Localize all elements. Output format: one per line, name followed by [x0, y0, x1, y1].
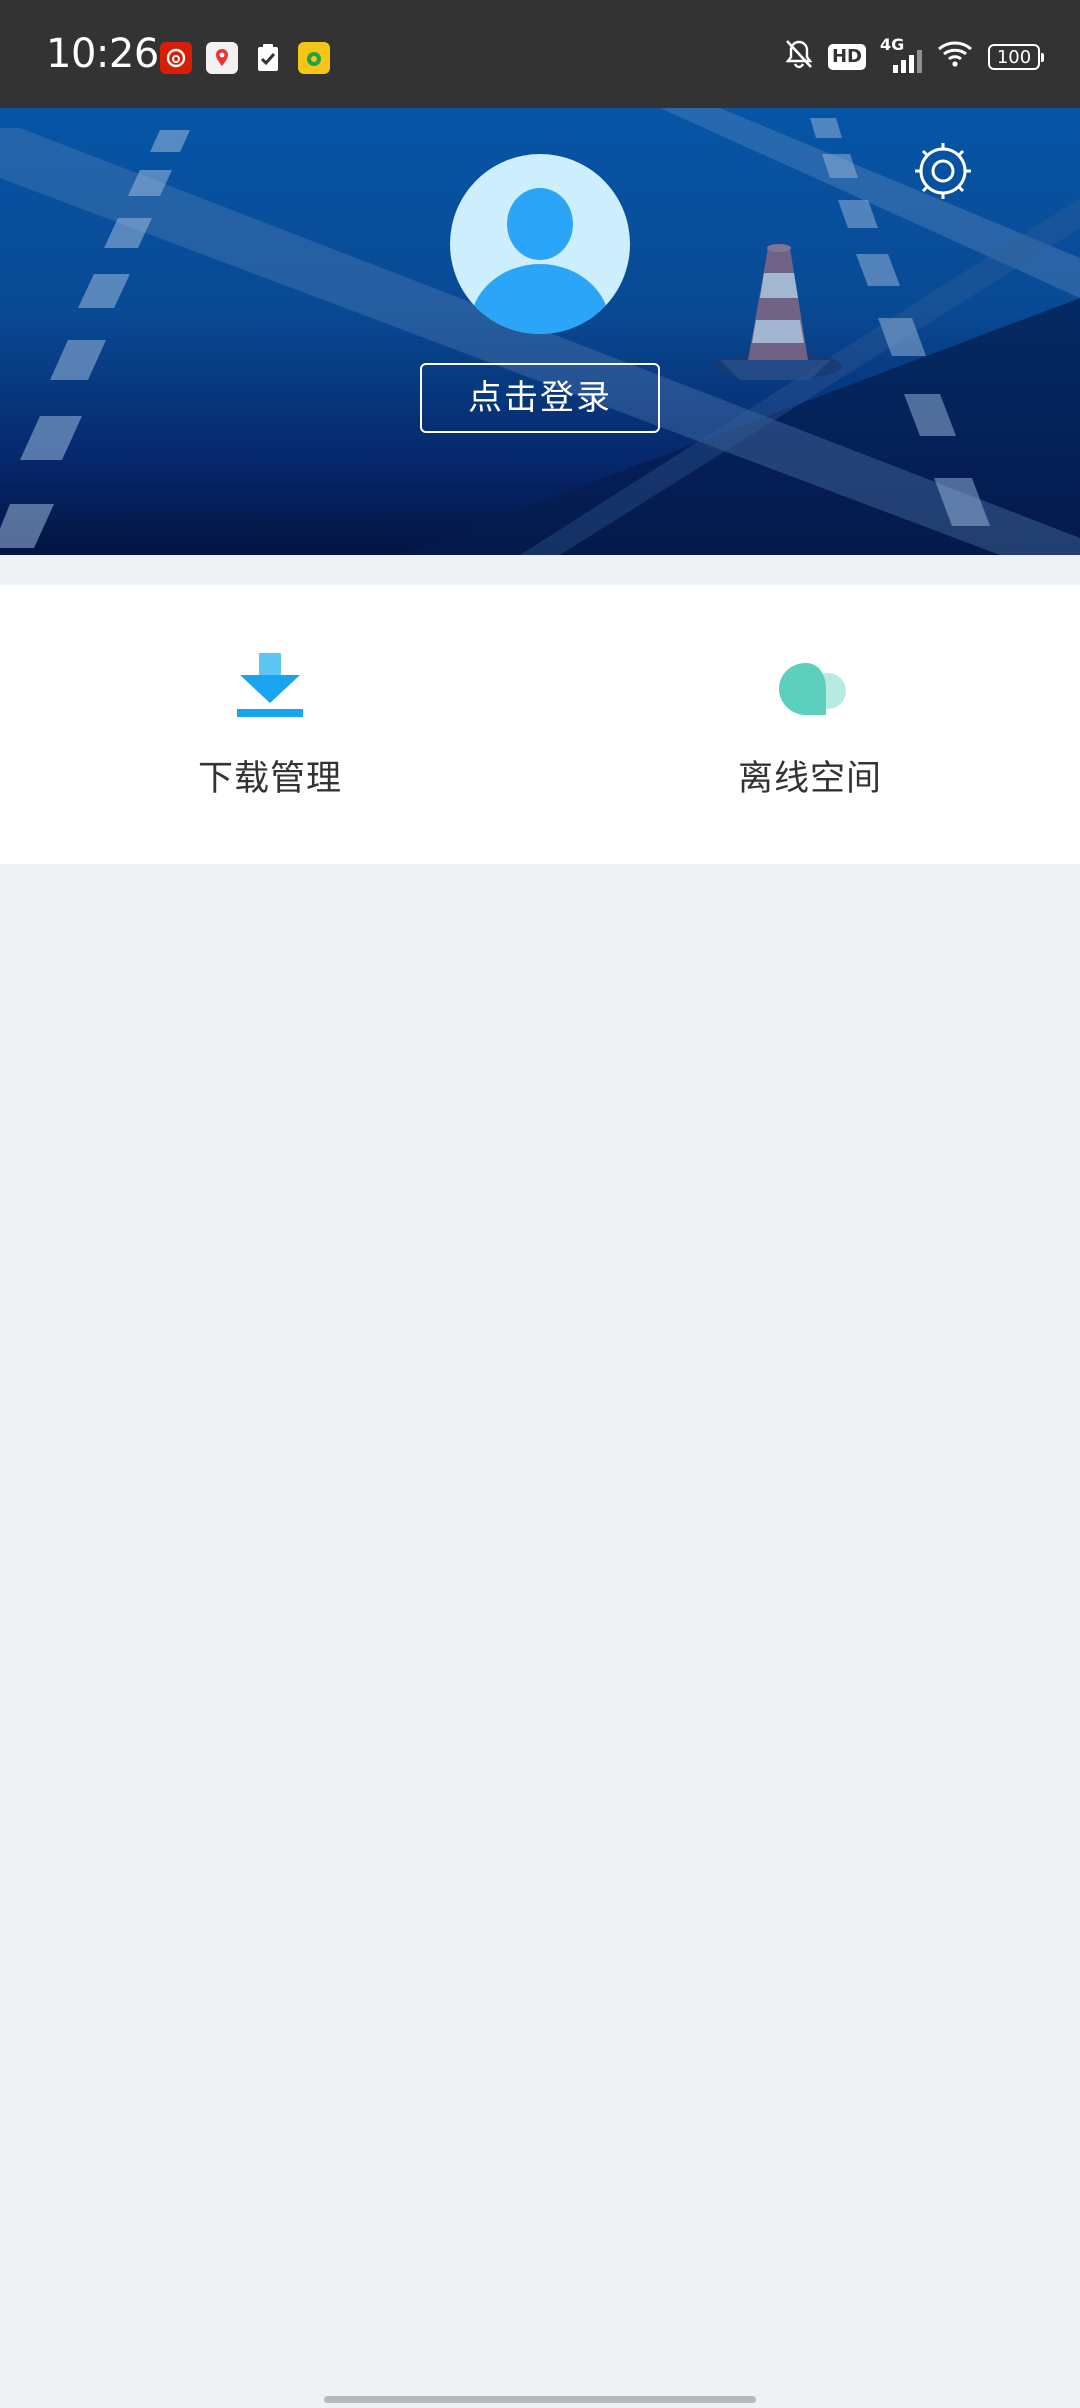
system-icons: HD 4G 100 [784, 35, 1044, 76]
download-icon [237, 653, 303, 717]
wifi-icon [936, 39, 974, 75]
offline-space-label: 离线空间 [737, 759, 882, 799]
cloud-icon [779, 663, 846, 715]
map-app-icon [206, 42, 238, 74]
download-manager-item[interactable]: 下载管理 [0, 585, 540, 864]
user-avatar[interactable] [450, 154, 630, 334]
mobile-signal-icon: 4G [880, 35, 922, 75]
status-bar: 10:26 HD 4G 100 [0, 0, 1080, 108]
default-user-icon [470, 188, 610, 334]
battery-indicator: 100 [988, 44, 1044, 70]
home-indicator-bar[interactable] [324, 2396, 756, 2403]
hd-badge: HD [827, 44, 866, 70]
task-check-icon [252, 42, 284, 74]
offline-space-item[interactable]: 离线空间 [540, 585, 1080, 864]
profile-header-banner: 点击登录 [0, 108, 1080, 555]
qq-music-icon [298, 42, 330, 74]
login-button[interactable]: 点击登录 [420, 363, 660, 433]
download-manager-label: 下载管理 [197, 759, 342, 799]
status-time: 10:26 [46, 31, 159, 77]
settings-gear-icon [915, 143, 971, 199]
settings-button[interactable] [912, 140, 974, 202]
features-panel: 下载管理 离线空间 [0, 585, 1080, 864]
notification-icons [160, 42, 330, 74]
netease-music-icon [160, 42, 192, 74]
mute-bell-icon [784, 38, 814, 76]
